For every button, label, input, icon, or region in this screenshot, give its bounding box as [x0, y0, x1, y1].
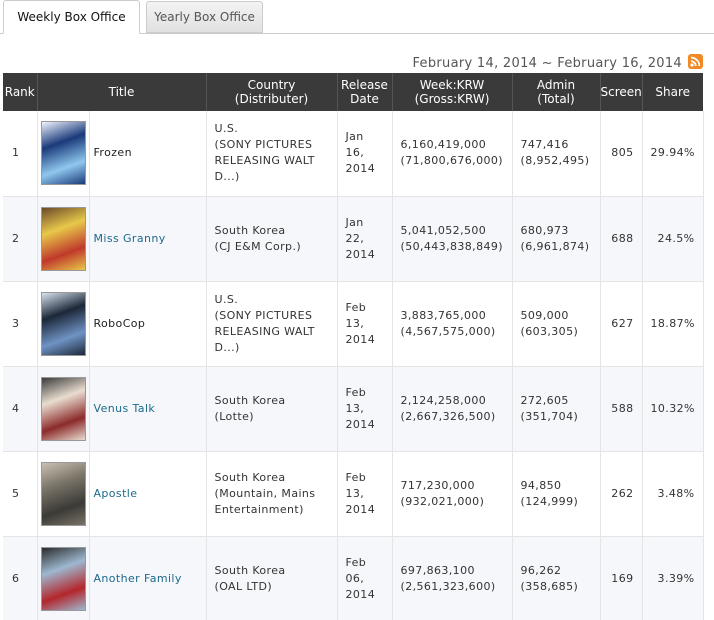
screen-cell: 169: [600, 536, 643, 620]
tab-yearly-box-office[interactable]: Yearly Box Office: [146, 1, 263, 33]
screen-cell: 588: [600, 366, 643, 452]
admin-total-cell: 94,850 (124,999): [512, 451, 601, 537]
rank-cell: 2: [3, 196, 38, 282]
column-header-admin-total[interactable]: Admin (Total): [512, 73, 601, 111]
movie-poster-image[interactable]: [40, 376, 86, 441]
screen-cell: 262: [600, 451, 643, 537]
country-distributor-cell: South Korea (Mountain, Mains Entertainme…: [206, 451, 338, 537]
table-row: 5 Apostle South Korea (Mountain, Mains E…: [3, 451, 704, 537]
movie-poster-image[interactable]: [40, 206, 86, 271]
week-gross-cell: 717,230,000 (932,021,000): [392, 451, 513, 537]
table-row: 1 Frozen U.S. (SONY PICTURES RELEASING W…: [3, 111, 704, 197]
title-cell: Another Family: [89, 536, 207, 620]
week-gross-cell: 3,883,765,000 (4,567,575,000): [392, 281, 513, 367]
admin-total-cell: 272,605 (351,704): [512, 366, 601, 452]
column-header-share[interactable]: Share: [642, 73, 703, 111]
movie-poster-image[interactable]: [40, 461, 86, 526]
box-office-table: Rank Title Country (Distributer) Release…: [3, 73, 704, 620]
release-date-cell: Feb 13, 2014: [337, 366, 393, 452]
release-date-cell: Feb 13, 2014: [337, 451, 393, 537]
week-gross-cell: 5,041,052,500 (50,443,838,849): [392, 196, 513, 282]
title-cell: Frozen: [89, 111, 207, 197]
rss-feed-icon[interactable]: [688, 54, 703, 69]
title-cell: Miss Granny: [89, 196, 207, 282]
release-date-cell: Feb 13, 2014: [337, 281, 393, 367]
poster-cell: [37, 536, 90, 620]
rank-cell: 4: [3, 366, 38, 452]
column-header-release-date[interactable]: Release Date: [337, 73, 393, 111]
admin-total-cell: 96,262 (358,685): [512, 536, 601, 620]
movie-title-link[interactable]: Miss Granny: [94, 232, 166, 245]
poster-cell: [37, 196, 90, 282]
title-cell: Venus Talk: [89, 366, 207, 452]
table-row: 3 RoboCop U.S. (SONY PICTURES RELEASING …: [3, 281, 704, 367]
rank-cell: 1: [3, 111, 38, 197]
admin-total-cell: 680,973 (6,961,874): [512, 196, 601, 282]
table-row: 4 Venus Talk South Korea (Lotte) Feb 13,…: [3, 366, 704, 452]
country-distributor-cell: South Korea (CJ E&M Corp.): [206, 196, 338, 282]
tab-weekly-box-office[interactable]: Weekly Box Office: [3, 0, 140, 34]
movie-poster-image[interactable]: [40, 121, 86, 186]
country-distributor-cell: South Korea (Lotte): [206, 366, 338, 452]
date-range-label: February 14, 2014 ~ February 16, 2014: [412, 56, 682, 71]
screen-cell: 688: [600, 196, 643, 282]
movie-title-link[interactable]: Another Family: [94, 572, 182, 585]
admin-total-cell: 747,416 (8,952,495): [512, 111, 601, 197]
poster-cell: [37, 281, 90, 367]
movie-poster-image[interactable]: [40, 291, 86, 356]
movie-poster-image[interactable]: [40, 546, 86, 611]
movie-title-link[interactable]: Apostle: [94, 487, 138, 500]
column-header-rank[interactable]: Rank: [3, 73, 38, 111]
screen-cell: 627: [600, 281, 643, 367]
poster-cell: [37, 451, 90, 537]
share-cell: 3.39%: [642, 536, 704, 620]
table-header-row: Rank Title Country (Distributer) Release…: [3, 73, 703, 111]
admin-total-cell: 509,000 (603,305): [512, 281, 601, 367]
movie-title-link[interactable]: Venus Talk: [94, 402, 156, 415]
column-header-screen[interactable]: Screen: [600, 73, 643, 111]
share-cell: 29.94%: [642, 111, 704, 197]
share-cell: 3.48%: [642, 451, 704, 537]
poster-cell: [37, 366, 90, 452]
rank-cell: 6: [3, 536, 38, 620]
share-cell: 10.32%: [642, 366, 704, 452]
column-header-week-gross[interactable]: Week:KRW (Gross:KRW): [392, 73, 513, 111]
title-cell: Apostle: [89, 451, 207, 537]
column-header-country[interactable]: Country (Distributer): [206, 73, 338, 111]
country-distributor-cell: U.S. (SONY PICTURES RELEASING WALT D...): [206, 111, 338, 197]
movie-title-link[interactable]: RoboCop: [94, 317, 146, 330]
release-date-cell: Feb 06, 2014: [337, 536, 393, 620]
table-row: 6 Another Family South Korea (OAL LTD) F…: [3, 536, 704, 620]
share-cell: 18.87%: [642, 281, 704, 367]
rank-cell: 3: [3, 281, 38, 367]
tab-bar: Weekly Box Office Yearly Box Office: [0, 0, 714, 34]
release-date-cell: Jan 16, 2014: [337, 111, 393, 197]
country-distributor-cell: South Korea (OAL LTD): [206, 536, 338, 620]
movie-title-link[interactable]: Frozen: [94, 146, 132, 159]
release-date-cell: Jan 22, 2014: [337, 196, 393, 282]
week-gross-cell: 2,124,258,000 (2,667,326,500): [392, 366, 513, 452]
title-cell: RoboCop: [89, 281, 207, 367]
table-row: 2 Miss Granny South Korea (CJ E&M Corp.)…: [3, 196, 704, 282]
share-cell: 24.5%: [642, 196, 704, 282]
column-header-title[interactable]: Title: [37, 73, 207, 111]
week-gross-cell: 6,160,419,000 (71,800,676,000): [392, 111, 513, 197]
screen-cell: 805: [600, 111, 643, 197]
week-gross-cell: 697,863,100 (2,561,323,600): [392, 536, 513, 620]
poster-cell: [37, 111, 90, 197]
country-distributor-cell: U.S. (SONY PICTURES RELEASING WALT D...): [206, 281, 338, 367]
rank-cell: 5: [3, 451, 38, 537]
